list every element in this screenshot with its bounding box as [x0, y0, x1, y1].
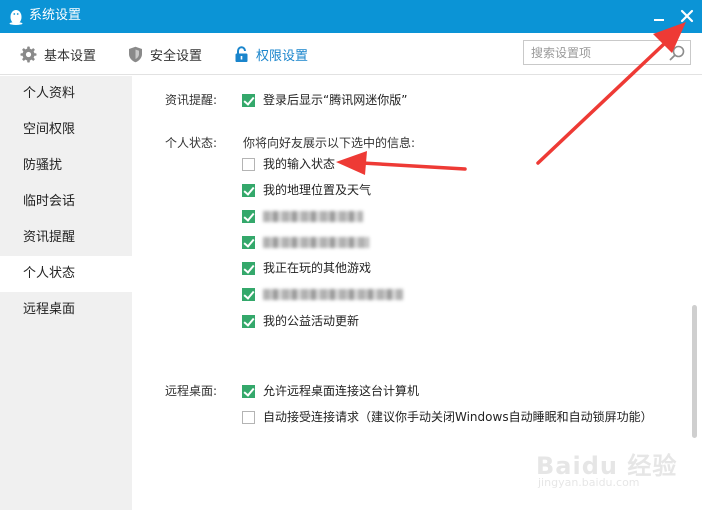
content-scrollbar[interactable]	[692, 305, 697, 438]
checkbox[interactable]	[242, 183, 255, 197]
option-label: 自动接受连接请求（建议你手动关闭Windows自动睡眠和自动锁屏功能）	[263, 410, 653, 424]
option-redacted-2[interactable]	[242, 234, 369, 250]
window-title: 系统设置	[29, 8, 82, 23]
checkbox[interactable]	[242, 261, 255, 275]
sidebar-item-news[interactable]: 资讯提醒	[0, 220, 132, 256]
option-label: 允许远程桌面连接这台计算机	[263, 384, 420, 398]
close-icon	[680, 9, 694, 23]
checkbox[interactable]	[242, 410, 255, 424]
remote-section-label: 远程桌面:	[165, 384, 218, 398]
sidebar-item-profile[interactable]: 个人资料	[0, 76, 132, 112]
settings-sidebar: 个人资料 空间权限 防骚扰 临时会话 资讯提醒 个人状态 远程桌面	[0, 76, 132, 510]
option-allow-remote-desktop[interactable]: 允许远程桌面连接这台计算机	[242, 383, 419, 399]
minimize-icon	[654, 19, 664, 21]
redacted-label	[263, 210, 363, 222]
sidebar-item-personal-status[interactable]: 个人状态	[0, 256, 132, 292]
redacted-label	[263, 288, 403, 300]
option-label: 登录后显示“腾讯网迷你版”	[263, 93, 408, 107]
status-section-label: 个人状态:	[165, 136, 218, 150]
option-location-weather[interactable]: 我的地理位置及天气	[242, 182, 371, 198]
minimize-button[interactable]	[648, 5, 670, 27]
tab-security-settings[interactable]: 安全设置	[128, 33, 202, 75]
gear-icon	[20, 46, 37, 62]
redacted-label	[263, 236, 369, 248]
close-button[interactable]	[676, 5, 698, 27]
option-label: 我的输入状态	[263, 157, 336, 171]
option-redacted-1[interactable]	[242, 208, 363, 224]
tab-permission-settings-label: 权限设置	[256, 48, 309, 64]
option-other-games[interactable]: 我正在玩的其他游戏	[242, 260, 371, 276]
sidebar-item-anti-harassment[interactable]: 防骚扰	[0, 148, 132, 184]
option-auto-accept-connection[interactable]: 自动接受连接请求（建议你手动关闭Windows自动睡眠和自动锁屏功能）	[242, 409, 653, 425]
sidebar-item-temp-chat[interactable]: 临时会话	[0, 184, 132, 220]
status-hint: 你将向好友展示以下选中的信息:	[243, 136, 416, 150]
tab-basic-settings[interactable]: 基本设置	[20, 33, 96, 75]
checkbox[interactable]	[242, 209, 255, 223]
settings-content: 资讯提醒: 登录后显示“腾讯网迷你版” 个人状态: 你将向好友展示以下选中的信息…	[132, 76, 702, 510]
lock-icon	[235, 45, 248, 62]
shield-icon	[129, 46, 142, 62]
option-charity-updates[interactable]: 我的公益活动更新	[242, 313, 359, 329]
sidebar-item-space-permission[interactable]: 空间权限	[0, 112, 132, 148]
checkbox[interactable]	[242, 384, 255, 398]
option-label: 我的地理位置及天气	[263, 183, 372, 197]
checkbox[interactable]	[242, 157, 255, 171]
search-icon[interactable]	[667, 43, 687, 63]
option-label: 我正在玩的其他游戏	[263, 261, 372, 275]
settings-search	[523, 40, 691, 65]
sidebar-item-remote-desktop[interactable]: 远程桌面	[0, 292, 132, 328]
option-redacted-3[interactable]	[242, 286, 403, 302]
title-bar: 系统设置	[0, 0, 702, 33]
tab-permission-settings[interactable]: 权限设置	[234, 33, 308, 75]
option-typing-status[interactable]: 我的输入状态	[242, 156, 335, 172]
qq-penguin-icon	[9, 10, 23, 25]
search-input[interactable]	[524, 41, 664, 64]
checkbox[interactable]	[242, 314, 255, 328]
checkbox[interactable]	[242, 287, 255, 301]
checkbox[interactable]	[242, 93, 255, 107]
tab-basic-settings-label: 基本设置	[44, 48, 97, 64]
checkbox[interactable]	[242, 235, 255, 249]
option-show-mini-news[interactable]: 登录后显示“腾讯网迷你版”	[242, 92, 407, 108]
option-label: 我的公益活动更新	[263, 314, 360, 328]
tab-security-settings-label: 安全设置	[150, 48, 203, 64]
news-section-label: 资讯提醒:	[165, 93, 218, 107]
